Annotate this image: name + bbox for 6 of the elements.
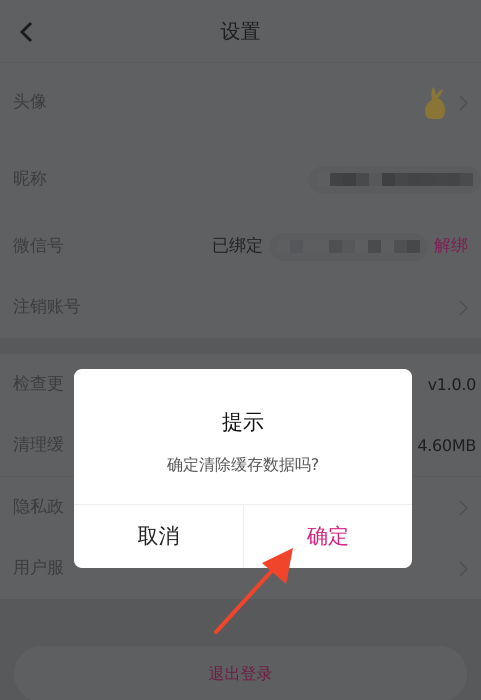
page-title: 设置 (220, 18, 260, 45)
binding-status: 已绑定 (212, 234, 263, 258)
row-value: v1.0.0 (428, 374, 476, 396)
dialog-title: 提示 (221, 409, 265, 436)
dialog-message: 确定清除缓存数据吗? (166, 454, 320, 476)
row-value: 4.60MB (417, 434, 476, 456)
